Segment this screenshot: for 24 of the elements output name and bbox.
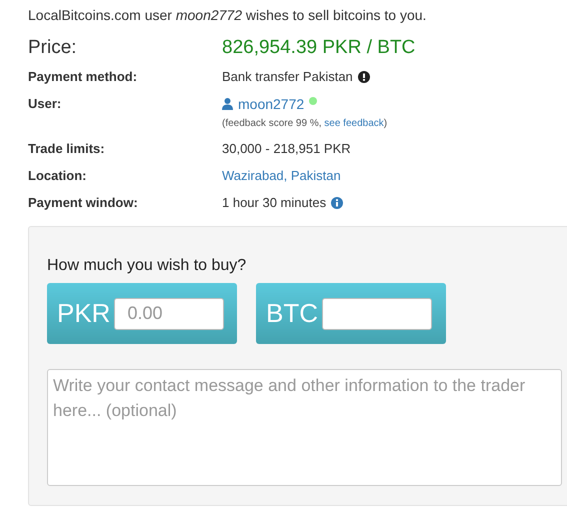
see-feedback-link[interactable]: see feedback — [324, 118, 384, 129]
field-label: Trade limits: — [28, 141, 106, 156]
field-label: User: — [28, 96, 62, 113]
amount-input[interactable] — [322, 298, 432, 330]
currency-label: BTC — [266, 298, 318, 329]
amount-input[interactable]: 0.00 — [114, 298, 224, 330]
field-value: Bank transfer Pakistan — [222, 69, 353, 84]
feedback-text: (feedback score 99 %, see feedback) — [222, 118, 388, 129]
field-label: Payment method: — [28, 69, 138, 84]
field-label: Payment window: — [28, 195, 139, 210]
field-value: 1 hour 30 minutes — [222, 195, 326, 210]
message-field[interactable]: Write your contact message and other information to the trader here... (optional) — [47, 369, 562, 486]
intro-text: LocalBitcoins.com user moon2772 wishes to sell bitcoins to you. — [27, 6, 428, 23]
currency-label: PKR — [57, 298, 110, 329]
user-icon — [222, 98, 233, 110]
field-label: Price: — [28, 37, 78, 59]
amount-question: How much you wish to buy? — [47, 257, 248, 275]
field-value: 30,000 - 218,951 PKR — [222, 141, 352, 156]
info-icon — [331, 196, 344, 208]
field-label: Location: — [28, 168, 88, 183]
location-link[interactable]: Wazirabad, Pakistan — [222, 168, 567, 183]
price-value: 826,954.39 PKR / BTC — [222, 37, 416, 59]
exclamation-icon — [358, 70, 370, 82]
username-link[interactable]: moon2772 — [238, 96, 304, 112]
